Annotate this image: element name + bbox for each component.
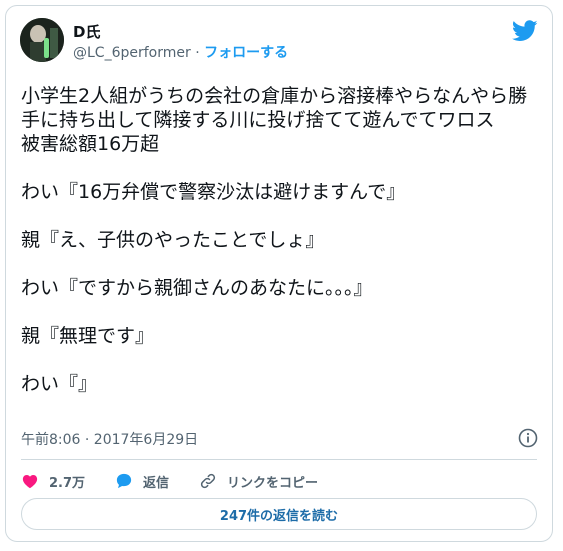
- speech-bubble-icon: [116, 473, 132, 489]
- heart-icon: [22, 475, 38, 489]
- author-handle[interactable]: @LC_6performer: [73, 45, 191, 61]
- like-count: 2.7万: [49, 475, 86, 491]
- tweet-timestamp[interactable]: 午前8:06 · 2017年6月29日: [21, 429, 198, 449]
- handle-row: @LC_6performer · フォローする: [73, 42, 288, 62]
- tweet-actions: 2.7万 返信 リンクをコピー: [21, 469, 348, 493]
- like-button[interactable]: 2.7万: [21, 472, 85, 491]
- avatar-photo-icon: [20, 18, 64, 62]
- twitter-bird-icon[interactable]: [512, 20, 538, 42]
- avatar[interactable]: [20, 18, 64, 62]
- reply-label: 返信: [143, 475, 170, 491]
- info-icon[interactable]: [518, 428, 538, 448]
- follow-button[interactable]: フォローする: [204, 45, 288, 61]
- author-name[interactable]: D氏: [73, 21, 100, 42]
- reply-button[interactable]: 返信: [115, 472, 169, 491]
- tweet-text: 小学生2人組がうちの会社の倉庫から溶接棒やらなんやら勝手に持ち出して隣接する川に…: [21, 85, 528, 395]
- copy-link-button[interactable]: リンクをコピー: [199, 472, 318, 491]
- divider: [21, 459, 537, 460]
- read-replies-button[interactable]: 247件の返信を読む: [21, 498, 537, 530]
- separator: ·: [195, 45, 200, 61]
- link-icon: [200, 473, 216, 489]
- copy-link-label: リンクをコピー: [227, 475, 319, 491]
- tweet-card: D氏 @LC_6performer · フォローする 小学生2人組がうちの会社の…: [5, 5, 553, 542]
